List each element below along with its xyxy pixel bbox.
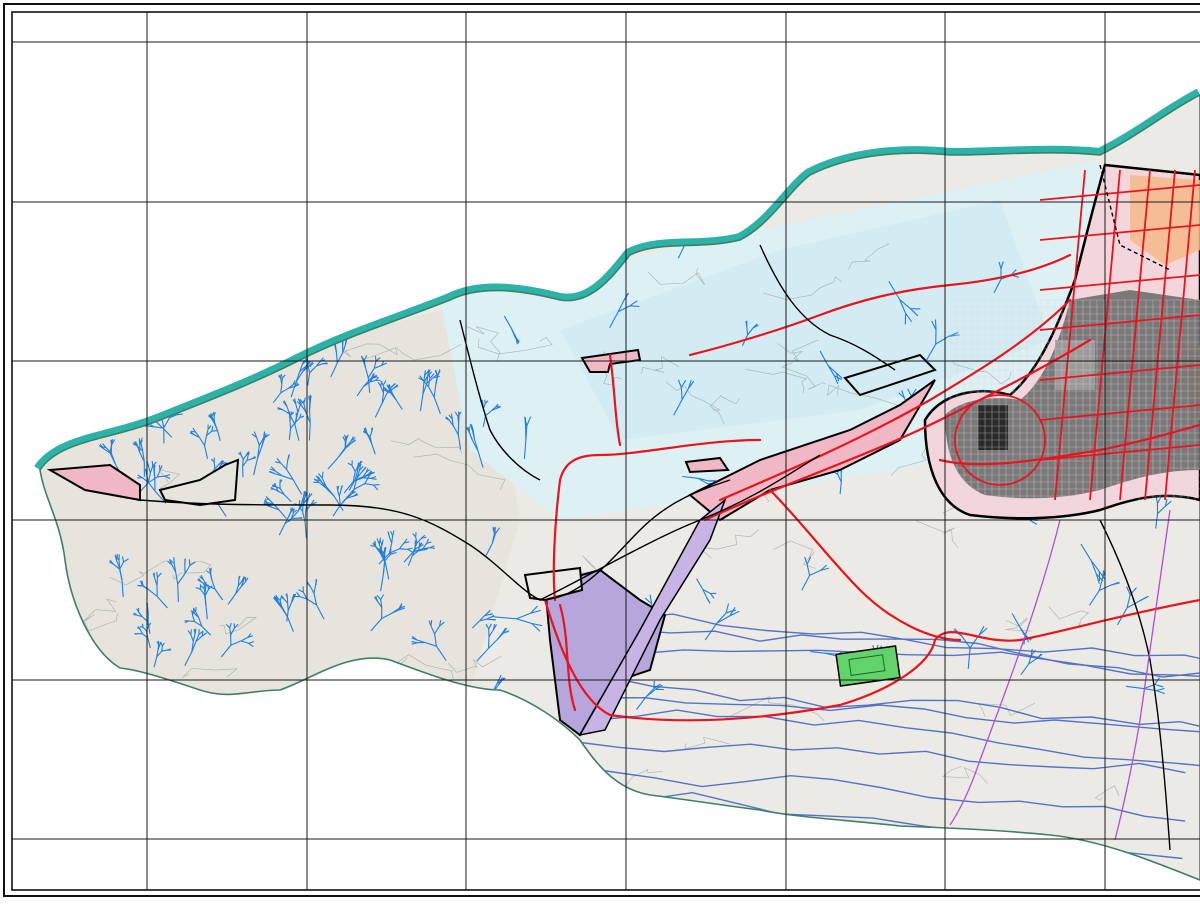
urban-grid-block — [1055, 340, 1095, 390]
map-view — [0, 0, 1200, 900]
land-use-map — [0, 0, 1200, 900]
